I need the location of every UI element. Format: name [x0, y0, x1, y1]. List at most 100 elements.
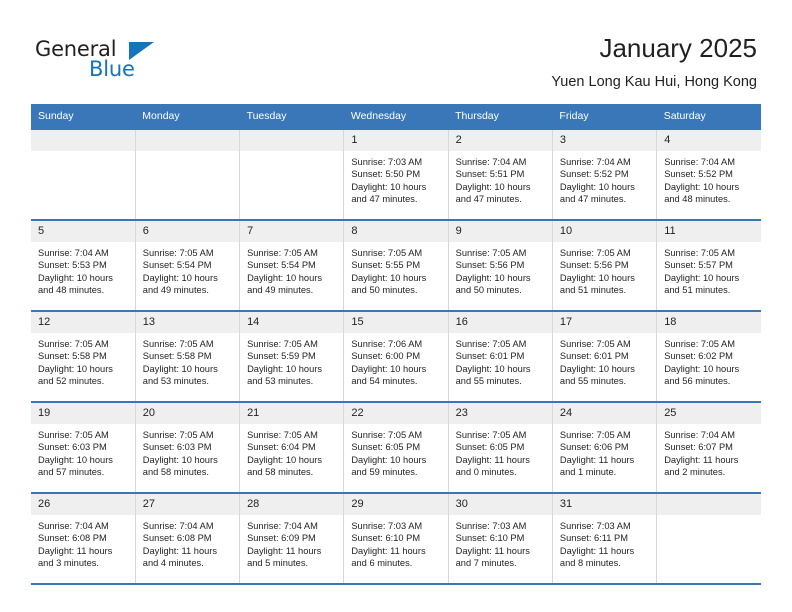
- calendar-day-cell[interactable]: 15 Sunrise: 7:06 AM Sunset: 6:00 PM Dayligh…: [343, 310, 449, 402]
- day-info: Sunrise: 7:05 AM Sunset: 5:55 PM Daylight:…: [344, 242, 447, 297]
- calendar-day-cell[interactable]: 13 Sunrise: 7:05 AM Sunset: 5:58 PM Dayligh…: [134, 310, 240, 402]
- day-number: 1: [344, 130, 448, 151]
- calendar-day-cell[interactable]: 16 Sunrise: 7:05 AM Sunset: 6:01 PM Dayligh…: [447, 310, 553, 402]
- sunset-text: Sunset: 6:10 PM: [455, 533, 525, 544]
- sunset-text: Sunset: 6:04 PM: [247, 442, 316, 453]
- sunset-text: Sunset: 5:57 PM: [664, 260, 733, 271]
- calendar-day-cell[interactable]: 21 Sunrise: 7:05 AM Sunset: 6:04 PM Dayligh…: [239, 401, 344, 493]
- calendar-day-cell[interactable]: 17 Sunrise: 7:05 AM Sunset: 6:01 PM Dayligh…: [551, 310, 657, 402]
- calendar-day-cell[interactable]: 19 Sunrise: 7:05 AM Sunset: 6:03 PM Dayligh…: [31, 401, 136, 493]
- day-info: Sunrise: 7:05 AM Sunset: 5:59 PM Daylight:…: [240, 333, 343, 388]
- sunrise-text: Sunrise: 7:04 AM: [142, 521, 214, 531]
- calendar-page: General Blue January 2025 Yuen Long Kau …: [0, 0, 792, 612]
- day-info: Sunrise: 7:04 AM Sunset: 5:51 PM Daylight:…: [449, 151, 552, 206]
- calendar-day-cell[interactable]: 14 Sunrise: 7:05 AM Sunset: 5:59 PM Dayligh…: [239, 310, 344, 402]
- calendar-day-cell[interactable]: 29 Sunrise: 7:03 AM Sunset: 6:10 PM Dayligh…: [343, 492, 449, 585]
- weekday-header-monday: Monday: [135, 104, 240, 129]
- sunrise-text: Sunrise: 7:04 AM: [559, 157, 631, 167]
- calendar-cell-empty: [239, 128, 344, 220]
- calendar-day-cell[interactable]: 20 Sunrise: 7:05 AM Sunset: 6:03 PM Dayligh…: [134, 401, 240, 493]
- day-number: 10: [552, 221, 657, 242]
- daylight-text: Daylight: 10 hours and 52 minutes.: [38, 363, 113, 387]
- calendar-day-cell[interactable]: 31 Sunrise: 7:03 AM Sunset: 6:11 PM Dayligh…: [551, 492, 657, 585]
- sunset-text: Sunset: 6:08 PM: [38, 533, 107, 544]
- daylight-text: Daylight: 10 hours and 47 minutes.: [351, 181, 427, 205]
- sunset-text: Sunset: 6:00 PM: [351, 351, 421, 362]
- daylight-text: Daylight: 10 hours and 58 minutes.: [142, 454, 218, 478]
- general-blue-logo[interactable]: General Blue: [35, 37, 195, 87]
- sunrise-text: Sunrise: 7:03 AM: [351, 521, 423, 531]
- calendar-day-cell[interactable]: 26 Sunrise: 7:04 AM Sunset: 6:08 PM Dayligh…: [31, 492, 136, 585]
- calendar-day-cell[interactable]: 3 Sunrise: 7:04 AM Sunset: 5:52 PM Daylight…: [551, 128, 657, 220]
- day-info: Sunrise: 7:05 AM Sunset: 6:01 PM Daylight:…: [553, 333, 656, 388]
- sunrise-text: Sunrise: 7:04 AM: [38, 521, 109, 531]
- daylight-text: Daylight: 11 hours and 4 minutes.: [142, 545, 218, 569]
- day-info: Sunrise: 7:05 AM Sunset: 5:58 PM Daylight:…: [136, 333, 239, 388]
- calendar-day-cell[interactable]: 27 Sunrise: 7:04 AM Sunset: 6:08 PM Dayligh…: [134, 492, 240, 585]
- sunrise-text: Sunrise: 7:05 AM: [455, 339, 527, 349]
- day-number: 9: [448, 221, 552, 242]
- calendar-day-cell[interactable]: 12 Sunrise: 7:05 AM Sunset: 5:58 PM Dayligh…: [31, 310, 136, 402]
- day-number: [657, 494, 761, 515]
- weekday-header-saturday: Saturday: [656, 104, 761, 129]
- sunrise-text: Sunrise: 7:05 AM: [559, 339, 631, 349]
- calendar-day-cell[interactable]: 8 Sunrise: 7:05 AM Sunset: 5:55 PM Daylight…: [343, 219, 449, 311]
- sunrise-text: Sunrise: 7:05 AM: [455, 248, 527, 258]
- day-info: Sunrise: 7:03 AM Sunset: 6:10 PM Daylight:…: [344, 515, 447, 570]
- calendar-day-cell[interactable]: 30 Sunrise: 7:03 AM Sunset: 6:10 PM Dayligh…: [447, 492, 553, 585]
- sunset-text: Sunset: 5:55 PM: [351, 260, 421, 271]
- sunset-text: Sunset: 5:56 PM: [455, 260, 525, 271]
- calendar-day-cell[interactable]: 25 Sunrise: 7:04 AM Sunset: 6:07 PM Dayligh…: [656, 401, 761, 493]
- calendar-day-cell[interactable]: 2 Sunrise: 7:04 AM Sunset: 5:51 PM Daylight…: [447, 128, 553, 220]
- calendar-cell-empty: [134, 128, 240, 220]
- sunrise-text: Sunrise: 7:04 AM: [664, 430, 735, 440]
- calendar-week-row: 26 Sunrise: 7:04 AM Sunset: 6:08 PM Dayligh…: [31, 492, 761, 585]
- sunrise-text: Sunrise: 7:05 AM: [559, 430, 631, 440]
- calendar-grid: Sunday Monday Tuesday Wednesday Thursday…: [31, 104, 761, 585]
- calendar-day-cell[interactable]: 4 Sunrise: 7:04 AM Sunset: 5:52 PM Daylight…: [656, 128, 761, 220]
- calendar-cell-empty: [31, 128, 136, 220]
- calendar-day-cell[interactable]: 1 Sunrise: 7:03 AM Sunset: 5:50 PM Daylight…: [343, 128, 449, 220]
- day-number: 6: [135, 221, 240, 242]
- day-info: Sunrise: 7:05 AM Sunset: 6:03 PM Daylight:…: [136, 424, 239, 479]
- daylight-text: Daylight: 11 hours and 0 minutes.: [455, 454, 530, 478]
- daylight-text: Daylight: 10 hours and 54 minutes.: [351, 363, 427, 387]
- calendar-header-row: Sunday Monday Tuesday Wednesday Thursday…: [31, 104, 761, 129]
- calendar-day-cell[interactable]: 10 Sunrise: 7:05 AM Sunset: 5:56 PM Dayligh…: [551, 219, 657, 311]
- calendar-day-cell[interactable]: 9 Sunrise: 7:05 AM Sunset: 5:56 PM Daylight…: [447, 219, 553, 311]
- calendar-day-cell[interactable]: 7 Sunrise: 7:05 AM Sunset: 5:54 PM Daylight…: [239, 219, 344, 311]
- sunrise-text: Sunrise: 7:05 AM: [142, 430, 214, 440]
- calendar-day-cell[interactable]: 18 Sunrise: 7:05 AM Sunset: 6:02 PM Dayligh…: [656, 310, 761, 402]
- daylight-text: Daylight: 10 hours and 50 minutes.: [351, 272, 427, 296]
- calendar-day-cell[interactable]: 11 Sunrise: 7:05 AM Sunset: 5:57 PM Dayligh…: [656, 219, 761, 311]
- calendar-day-cell[interactable]: 23 Sunrise: 7:05 AM Sunset: 6:05 PM Dayligh…: [447, 401, 553, 493]
- day-number: 15: [344, 312, 448, 333]
- daylight-text: Daylight: 11 hours and 2 minutes.: [664, 454, 739, 478]
- calendar-day-cell[interactable]: 24 Sunrise: 7:05 AM Sunset: 6:06 PM Dayligh…: [551, 401, 657, 493]
- day-info: Sunrise: 7:03 AM Sunset: 6:10 PM Daylight:…: [449, 515, 552, 570]
- sunset-text: Sunset: 6:01 PM: [559, 351, 629, 362]
- daylight-text: Daylight: 11 hours and 3 minutes.: [38, 545, 113, 569]
- day-number: 23: [448, 403, 552, 424]
- sunset-text: Sunset: 5:50 PM: [351, 169, 421, 180]
- calendar-day-cell[interactable]: 22 Sunrise: 7:05 AM Sunset: 6:05 PM Dayligh…: [343, 401, 449, 493]
- day-number: 19: [31, 403, 135, 424]
- calendar-body: 1 Sunrise: 7:03 AM Sunset: 5:50 PM Daylight…: [31, 128, 761, 585]
- sunset-text: Sunset: 6:10 PM: [351, 533, 421, 544]
- sunset-text: Sunset: 5:56 PM: [559, 260, 629, 271]
- day-info: Sunrise: 7:05 AM Sunset: 5:57 PM Daylight:…: [657, 242, 761, 297]
- daylight-text: Daylight: 10 hours and 48 minutes.: [664, 181, 740, 205]
- sunset-text: Sunset: 5:58 PM: [38, 351, 107, 362]
- daylight-text: Daylight: 11 hours and 7 minutes.: [455, 545, 530, 569]
- daylight-text: Daylight: 10 hours and 55 minutes.: [455, 363, 531, 387]
- day-number: 24: [552, 403, 657, 424]
- sunrise-text: Sunrise: 7:05 AM: [142, 248, 214, 258]
- calendar-day-cell[interactable]: 6 Sunrise: 7:05 AM Sunset: 5:54 PM Daylight…: [134, 219, 240, 311]
- sunset-text: Sunset: 6:03 PM: [38, 442, 107, 453]
- sunrise-text: Sunrise: 7:05 AM: [38, 339, 109, 349]
- day-number: 18: [657, 312, 761, 333]
- day-info: Sunrise: 7:05 AM Sunset: 6:05 PM Daylight:…: [344, 424, 447, 479]
- calendar-day-cell[interactable]: 28 Sunrise: 7:04 AM Sunset: 6:09 PM Dayligh…: [239, 492, 344, 585]
- calendar-day-cell[interactable]: 5 Sunrise: 7:04 AM Sunset: 5:53 PM Daylight…: [31, 219, 136, 311]
- day-number: [31, 130, 135, 151]
